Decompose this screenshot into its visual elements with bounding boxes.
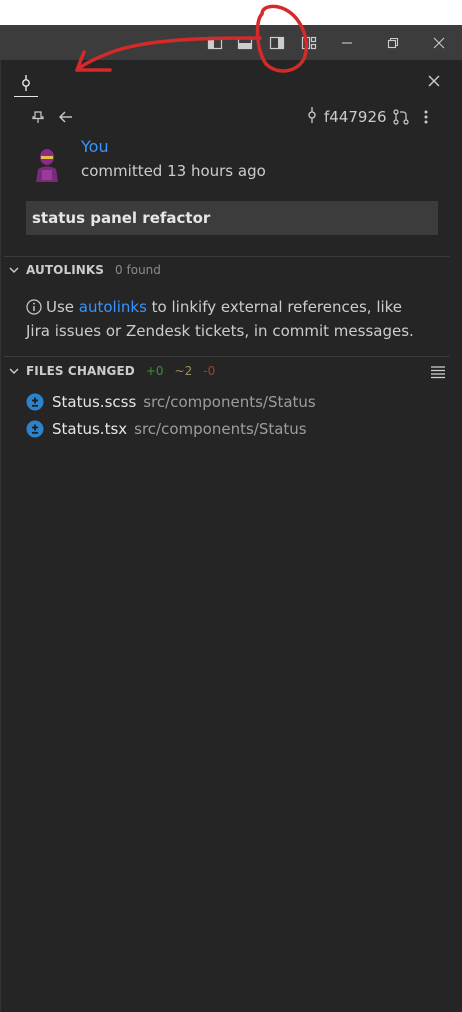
toggle-secondary-sidebar-icon[interactable] (266, 25, 288, 60)
more-actions-icon[interactable] (418, 106, 434, 128)
file-row-status-scss[interactable]: Status.scss src/components/Status (26, 390, 316, 414)
commit-message-box: status panel refactor (26, 201, 438, 235)
toggle-panel-icon[interactable] (234, 25, 256, 60)
file-path: src/components/Status (134, 420, 307, 438)
file-name: Status.tsx (52, 420, 128, 438)
autolinks-section-header[interactable]: AUTOLINKS 0 found (6, 259, 161, 281)
screen-top-strip (0, 0, 462, 25)
autolinks-info-prefix: Use (46, 298, 79, 316)
added-count: +0 (145, 364, 164, 378)
commit-toolbar-left (28, 106, 76, 128)
avatar (32, 144, 62, 182)
commit-date: committed 13 hours ago (81, 162, 266, 180)
close-icon[interactable] (424, 70, 444, 92)
close-window-icon[interactable] (427, 25, 451, 60)
toggle-primary-sidebar-icon[interactable] (204, 25, 226, 60)
commit-sha[interactable]: f447926 (306, 106, 387, 128)
files-changed-section-header[interactable]: FILES CHANGED +0 ~2 -0 (6, 360, 215, 382)
back-arrow-icon[interactable] (56, 106, 76, 128)
autolinks-count: 0 found (115, 263, 161, 277)
autolinks-info: Use autolinks to linkify external refere… (26, 297, 426, 342)
commit-author[interactable]: You (81, 137, 109, 156)
info-icon (26, 299, 42, 321)
customize-layout-icon[interactable] (298, 25, 320, 60)
commit-sha-icon (306, 106, 318, 128)
file-modified-icon (26, 420, 44, 438)
active-tab-indicator (14, 96, 38, 97)
list-view-icon[interactable] (429, 361, 447, 383)
file-path: src/components/Status (143, 393, 316, 411)
file-row-status-tsx[interactable]: Status.tsx src/components/Status (26, 417, 307, 441)
files-changed-title: FILES CHANGED (26, 364, 135, 378)
compare-icon[interactable] (390, 106, 412, 128)
git-commit-icon[interactable] (14, 70, 38, 96)
file-modified-icon (26, 393, 44, 411)
chevron-down-icon (6, 262, 22, 278)
section-divider (4, 256, 450, 257)
commit-sha-label: f447926 (324, 108, 387, 126)
file-name: Status.scss (52, 393, 137, 411)
deleted-count: -0 (203, 364, 216, 378)
title-bar (0, 25, 462, 60)
autolinks-title: AUTOLINKS (26, 263, 105, 277)
chevron-down-icon (6, 363, 22, 379)
minimize-icon[interactable] (335, 25, 359, 60)
autolinks-link[interactable]: autolinks (79, 298, 147, 316)
panel-left-border (0, 60, 1, 1012)
modified-count: ~2 (174, 364, 193, 378)
commit-message: status panel refactor (32, 209, 211, 227)
restore-icon[interactable] (381, 25, 405, 60)
pin-icon[interactable] (28, 106, 48, 128)
section-divider (4, 356, 450, 357)
